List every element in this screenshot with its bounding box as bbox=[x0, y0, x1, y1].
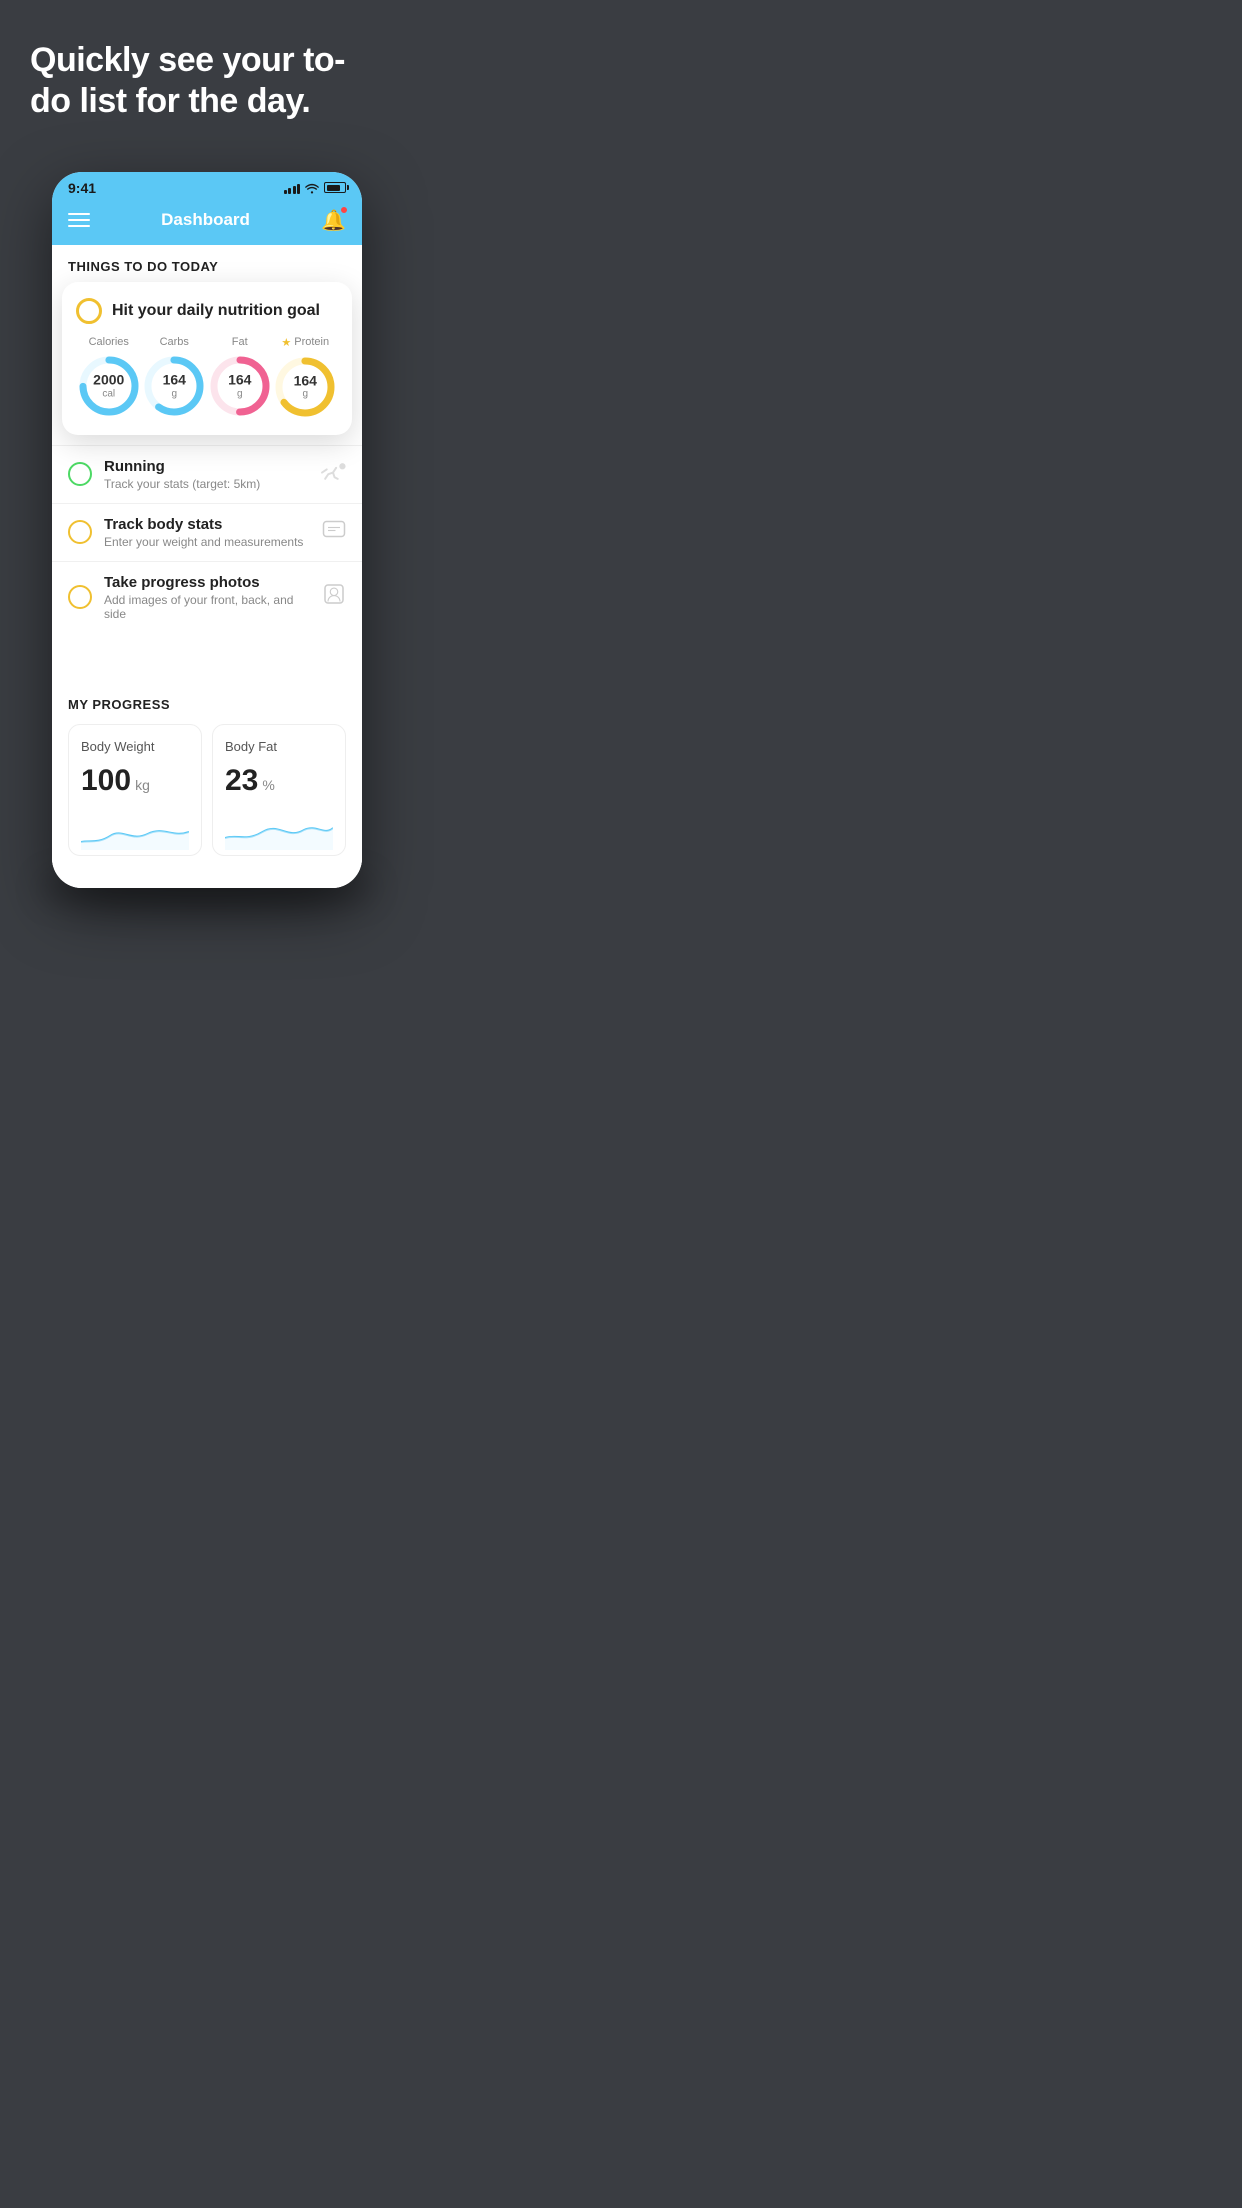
carbs-chart: 164 g bbox=[142, 354, 206, 418]
hamburger-menu[interactable] bbox=[68, 213, 90, 227]
calories-chart: 2000 cal bbox=[77, 354, 141, 418]
content-area: THINGS TO DO TODAY Hit your daily nutrit… bbox=[52, 245, 362, 888]
protein-unit: g bbox=[294, 389, 317, 401]
todo-name-body-stats: Track body stats bbox=[104, 516, 310, 533]
phone-wrapper: 9:41 bbox=[0, 172, 414, 888]
todo-item-photos[interactable]: Take progress photos Add images of your … bbox=[52, 561, 362, 633]
body-weight-title: Body Weight bbox=[81, 739, 189, 754]
person-icon bbox=[322, 582, 346, 612]
body-weight-unit: kg bbox=[135, 777, 150, 793]
calories-unit: cal bbox=[93, 388, 124, 400]
carbs-unit: g bbox=[163, 388, 186, 400]
body-fat-card[interactable]: Body Fat 23 % bbox=[212, 724, 346, 856]
body-fat-unit: % bbox=[262, 777, 274, 793]
protein-value: 164 bbox=[294, 372, 317, 389]
notification-bell[interactable]: 🔔 bbox=[321, 208, 346, 233]
todo-info-photos: Take progress photos Add images of your … bbox=[104, 574, 310, 621]
carbs-label: Carbs bbox=[160, 336, 189, 348]
progress-section: MY PROGRESS Body Weight 100 kg bbox=[52, 677, 362, 872]
status-bar: 9:41 bbox=[52, 172, 362, 200]
todo-desc-body-stats: Enter your weight and measurements bbox=[104, 535, 310, 549]
things-title: THINGS TO DO TODAY bbox=[68, 259, 346, 274]
body-weight-value-row: 100 kg bbox=[81, 764, 189, 798]
nav-title: Dashboard bbox=[161, 210, 250, 230]
card-header: Hit your daily nutrition goal bbox=[76, 298, 338, 324]
scale-icon bbox=[322, 517, 346, 547]
todo-item-body-stats[interactable]: Track body stats Enter your weight and m… bbox=[52, 503, 362, 561]
progress-grid: Body Weight 100 kg bbox=[68, 724, 346, 856]
carbs-value: 164 bbox=[163, 372, 186, 389]
todo-name-photos: Take progress photos bbox=[104, 574, 310, 591]
todo-info-running: Running Track your stats (target: 5km) bbox=[104, 458, 308, 491]
progress-header: MY PROGRESS bbox=[68, 697, 346, 712]
todo-info-body-stats: Track body stats Enter your weight and m… bbox=[104, 516, 310, 549]
card-title: Hit your daily nutrition goal bbox=[112, 302, 320, 320]
things-header: THINGS TO DO TODAY bbox=[52, 245, 362, 282]
running-icon bbox=[320, 460, 346, 488]
battery-icon bbox=[324, 182, 346, 193]
todo-desc-running: Track your stats (target: 5km) bbox=[104, 477, 308, 491]
todo-checkbox-running[interactable] bbox=[68, 462, 92, 486]
todo-list: Running Track your stats (target: 5km) bbox=[52, 445, 362, 633]
body-fat-title: Body Fat bbox=[225, 739, 333, 754]
task-checkbox[interactable] bbox=[76, 298, 102, 324]
protein-label: ★ Protein bbox=[281, 336, 329, 349]
nav-bar: Dashboard 🔔 bbox=[52, 200, 362, 245]
nutrition-carbs: Carbs 164 g bbox=[142, 336, 206, 418]
fat-unit: g bbox=[228, 388, 251, 400]
todo-name-running: Running bbox=[104, 458, 308, 475]
protein-chart: 164 g bbox=[273, 355, 337, 419]
page-wrapper: Quickly see your to-do list for the day.… bbox=[0, 0, 414, 948]
todo-checkbox-photos[interactable] bbox=[68, 585, 92, 609]
fat-label: Fat bbox=[232, 336, 248, 348]
body-weight-value: 100 bbox=[81, 764, 131, 798]
body-fat-chart bbox=[225, 814, 333, 850]
fat-value: 164 bbox=[228, 372, 251, 389]
todo-desc-photos: Add images of your front, back, and side bbox=[104, 593, 310, 621]
nutrition-calories: Calories 2000 cal bbox=[77, 336, 141, 418]
hero-section: Quickly see your to-do list for the day. bbox=[0, 0, 414, 142]
nutrition-grid: Calories 2000 cal bbox=[76, 336, 338, 419]
wifi-icon bbox=[305, 182, 319, 194]
body-weight-card[interactable]: Body Weight 100 kg bbox=[68, 724, 202, 856]
calories-value: 2000 bbox=[93, 372, 124, 389]
protein-star: ★ bbox=[281, 336, 291, 349]
notification-dot bbox=[340, 206, 348, 214]
status-time: 9:41 bbox=[68, 180, 96, 196]
body-fat-value-row: 23 % bbox=[225, 764, 333, 798]
phone-mockup: 9:41 bbox=[52, 172, 362, 888]
todo-item-running[interactable]: Running Track your stats (target: 5km) bbox=[52, 445, 362, 503]
fat-chart: 164 g bbox=[208, 354, 272, 418]
nutrition-card[interactable]: Hit your daily nutrition goal Calories bbox=[62, 282, 352, 435]
body-fat-value: 23 bbox=[225, 764, 258, 798]
hero-title: Quickly see your to-do list for the day. bbox=[30, 40, 384, 122]
todo-checkbox-body-stats[interactable] bbox=[68, 520, 92, 544]
calories-label: Calories bbox=[89, 336, 129, 348]
status-icons bbox=[284, 182, 347, 194]
signal-icon bbox=[284, 182, 301, 194]
nutrition-protein: ★ Protein 164 g bbox=[273, 336, 337, 419]
nutrition-fat: Fat 164 g bbox=[208, 336, 272, 418]
body-weight-chart bbox=[81, 814, 189, 850]
